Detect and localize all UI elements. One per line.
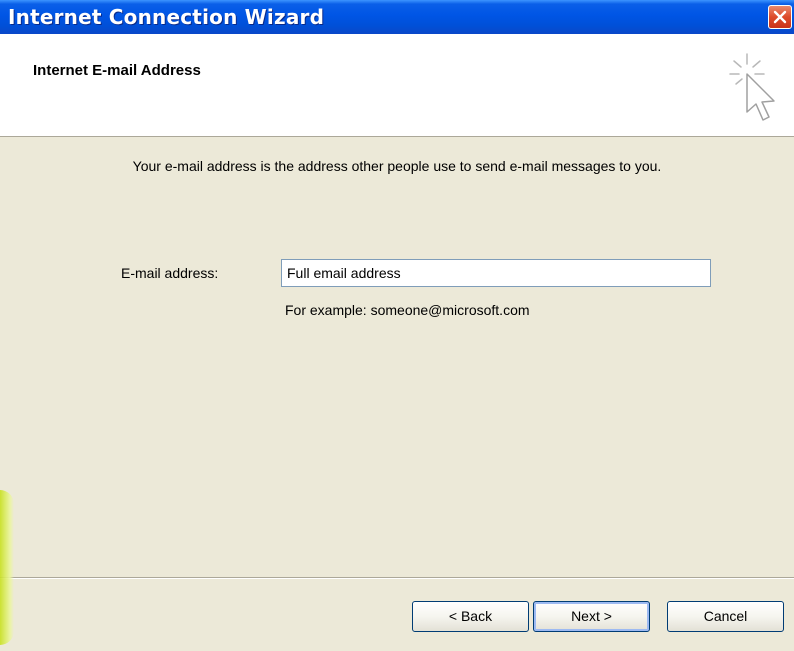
next-button[interactable]: Next > <box>533 601 650 632</box>
intro-text: Your e-mail address is the address other… <box>132 158 662 174</box>
cancel-button[interactable]: Cancel <box>667 601 784 632</box>
window-title: Internet Connection Wizard <box>8 5 325 29</box>
wizard-header: Internet E-mail Address <box>0 34 794 137</box>
background-accent <box>0 490 14 645</box>
page-title: Internet E-mail Address <box>33 62 201 79</box>
email-field[interactable] <box>281 259 711 287</box>
title-bar[interactable]: Internet Connection Wizard <box>0 0 794 34</box>
wizard-window: Internet Connection Wizard Internet E-ma… <box>0 0 794 651</box>
footer-divider <box>0 577 794 579</box>
wizard-cursor-icon <box>729 53 775 121</box>
close-button[interactable] <box>768 5 792 29</box>
email-label: E-mail address: <box>121 265 219 281</box>
close-icon <box>773 10 787 24</box>
example-hint: For example: someone@microsoft.com <box>285 302 530 318</box>
back-button[interactable]: < Back <box>412 601 529 632</box>
